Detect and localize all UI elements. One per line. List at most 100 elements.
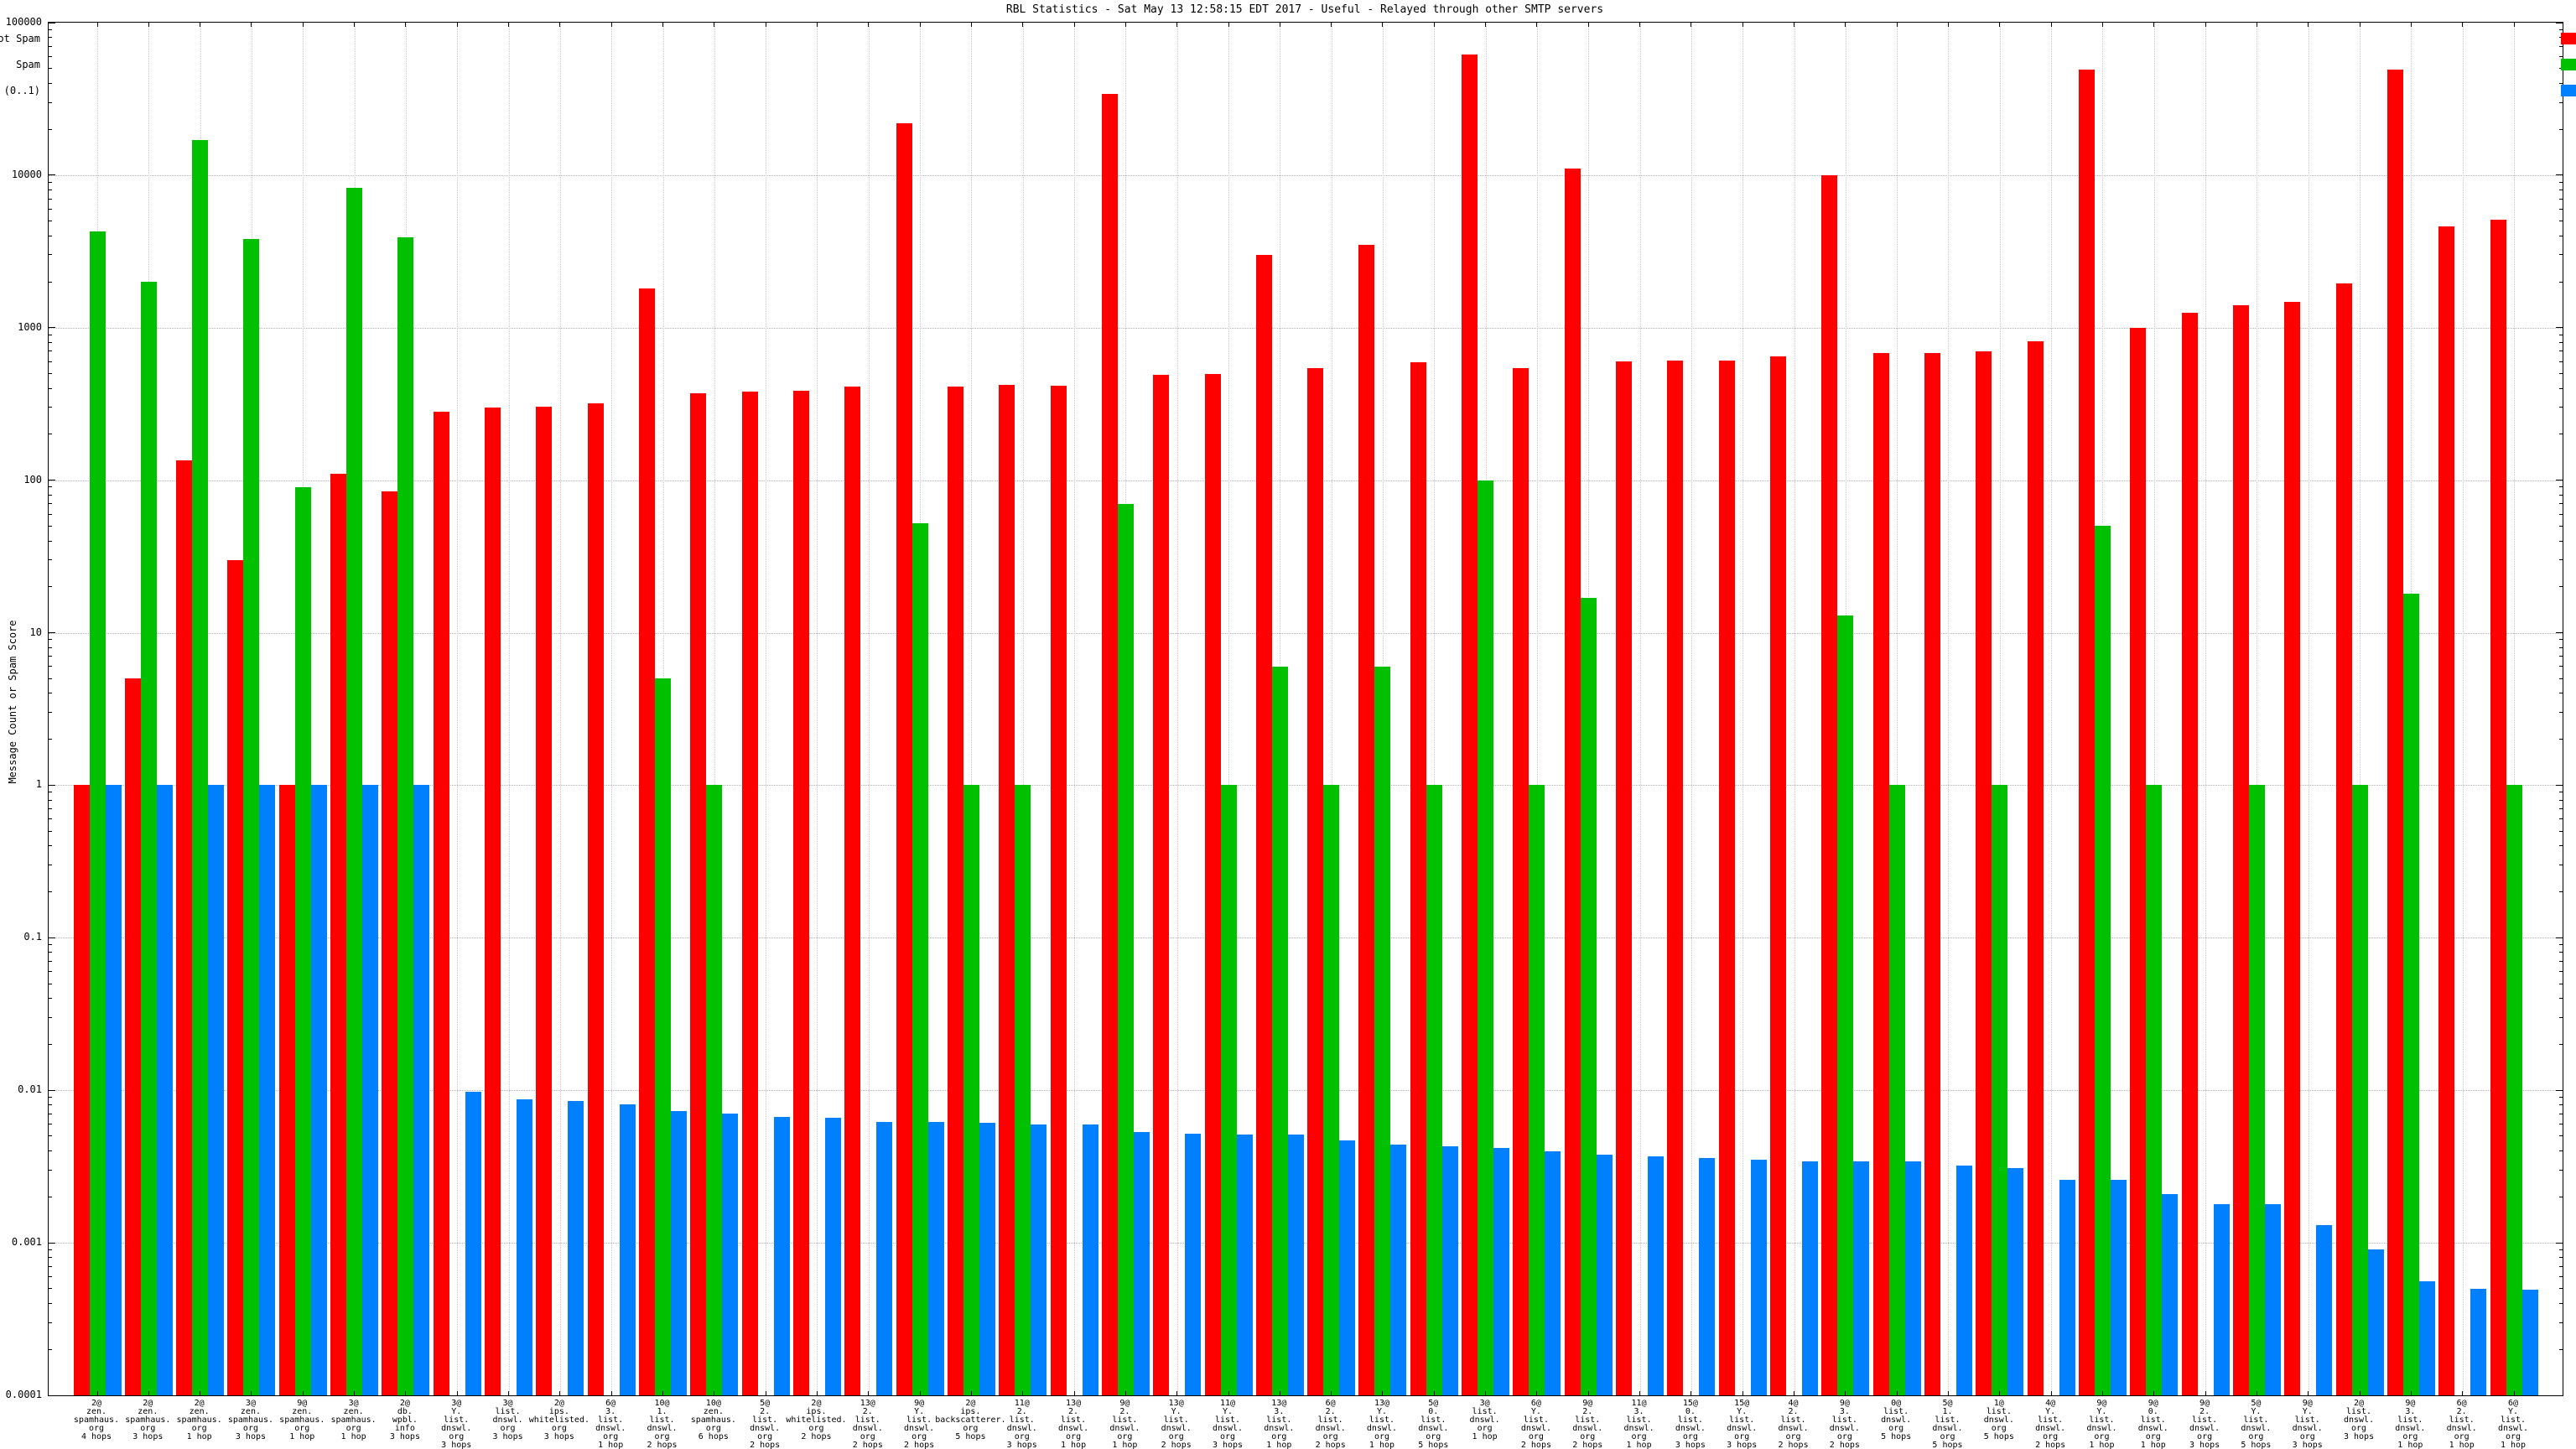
not-spam-bar bbox=[896, 122, 912, 1395]
not-spam-bar bbox=[1719, 360, 1735, 1395]
y-major-tick-left bbox=[49, 327, 55, 329]
x-tick-top bbox=[2462, 23, 2464, 27]
score-bar bbox=[1083, 1124, 1098, 1395]
spam-bar bbox=[706, 785, 722, 1395]
y-minor-tick-right bbox=[2559, 198, 2563, 200]
y-minor-tick-right bbox=[2559, 407, 2563, 408]
score-bar bbox=[1956, 1166, 1972, 1395]
y-minor-tick-left bbox=[49, 128, 52, 130]
not-spam-bar bbox=[2079, 70, 2095, 1395]
not-spam-bar bbox=[1616, 361, 1632, 1395]
y-minor-tick-right bbox=[2559, 952, 2563, 953]
not-spam-bar bbox=[125, 678, 141, 1395]
x-tick-bottom bbox=[2205, 1391, 2206, 1395]
y-minor-tick-left bbox=[49, 1150, 52, 1152]
not-spam-bar bbox=[330, 474, 346, 1395]
y-minor-tick-right bbox=[2559, 1097, 2563, 1098]
not-spam-bar bbox=[999, 385, 1015, 1395]
score-bar bbox=[1442, 1145, 1458, 1395]
y-minor-tick-left bbox=[49, 712, 52, 714]
not-spam-bar bbox=[434, 412, 449, 1395]
y-tick-label: 0.1 bbox=[23, 931, 42, 943]
not-spam-bar bbox=[742, 392, 758, 1395]
y-minor-tick-right bbox=[2559, 1265, 2563, 1267]
y-minor-tick-right bbox=[2559, 281, 2563, 283]
y-minor-tick-left bbox=[49, 1043, 52, 1045]
x-gridline bbox=[1639, 23, 1641, 1395]
x-gridline bbox=[1742, 23, 1744, 1395]
x-tick-bottom bbox=[1073, 1391, 1075, 1395]
y-minor-tick-left bbox=[49, 1275, 52, 1277]
y-minor-tick-right bbox=[2559, 82, 2563, 84]
x-tick-bottom bbox=[2308, 1391, 2309, 1395]
score-bar bbox=[774, 1116, 790, 1395]
y-minor-tick-left bbox=[49, 82, 52, 84]
score-bar bbox=[979, 1123, 995, 1395]
x-tick-bottom bbox=[1536, 1391, 1538, 1395]
x-tick-bottom bbox=[1742, 1391, 1743, 1395]
spam-bar bbox=[243, 239, 259, 1395]
x-gridline bbox=[457, 23, 459, 1395]
score-bar bbox=[1699, 1157, 1715, 1395]
score-bar bbox=[1545, 1150, 1561, 1395]
x-tick-bottom bbox=[508, 1391, 510, 1395]
x-gridline bbox=[611, 23, 613, 1395]
not-spam-bar bbox=[382, 491, 397, 1395]
x-tick-top bbox=[868, 23, 870, 27]
y-minor-tick-left bbox=[49, 799, 52, 801]
y-minor-tick-left bbox=[49, 1097, 52, 1098]
y-minor-tick-right bbox=[2559, 387, 2563, 389]
y-minor-tick-left bbox=[49, 656, 52, 657]
y-major-tick-right bbox=[2556, 327, 2563, 329]
x-tick-top bbox=[1742, 23, 1743, 27]
not-spam-bar bbox=[2336, 283, 2352, 1395]
x-tick-bottom bbox=[816, 1391, 818, 1395]
x-tick-top bbox=[148, 23, 149, 27]
x-tick-top bbox=[1896, 23, 1898, 27]
x-tick-top bbox=[1639, 23, 1641, 27]
not-spam-bar bbox=[2387, 70, 2403, 1395]
x-tick-bottom bbox=[2410, 1391, 2412, 1395]
y-minor-tick-right bbox=[2559, 1288, 2563, 1290]
not-spam-bar bbox=[1256, 254, 1272, 1395]
y-axis-label: Message Count or Spam Score bbox=[7, 620, 18, 784]
score-bar bbox=[1237, 1135, 1253, 1395]
y-minor-tick-left bbox=[49, 181, 52, 183]
score-bar bbox=[671, 1111, 687, 1395]
y-major-tick-left bbox=[49, 1242, 55, 1244]
y-minor-tick-right bbox=[2559, 808, 2563, 810]
x-tick-top bbox=[1073, 23, 1075, 27]
y-tick-label: 0.0001 bbox=[5, 1389, 42, 1400]
not-spam-bar bbox=[2284, 301, 2300, 1395]
y-minor-tick-right bbox=[2559, 586, 2563, 588]
y-minor-tick-right bbox=[2559, 45, 2563, 47]
score-bar bbox=[825, 1118, 841, 1395]
y-minor-tick-right bbox=[2559, 1348, 2563, 1350]
spam-bar bbox=[2095, 526, 2111, 1395]
spam-bar bbox=[346, 187, 362, 1395]
x-tick-bottom bbox=[1382, 1391, 1384, 1395]
y-minor-tick-right bbox=[2559, 1169, 2563, 1171]
spam-bar bbox=[2403, 594, 2419, 1395]
y-minor-tick-left bbox=[49, 647, 52, 648]
not-spam-bar bbox=[1873, 353, 1889, 1395]
spam-bar bbox=[963, 785, 979, 1395]
score-bar bbox=[1648, 1156, 1664, 1395]
x-tick-bottom bbox=[1896, 1391, 1898, 1395]
x-tick-bottom bbox=[2513, 1391, 2515, 1395]
legend-swatch-spam bbox=[2561, 59, 2576, 70]
not-spam-bar bbox=[1976, 351, 1992, 1395]
not-spam-bar bbox=[279, 785, 295, 1395]
y-minor-tick-left bbox=[49, 37, 52, 39]
x-tick-top bbox=[1382, 23, 1384, 27]
not-spam-bar bbox=[1513, 368, 1529, 1395]
y-minor-tick-right bbox=[2559, 971, 2563, 973]
y-minor-tick-right bbox=[2559, 254, 2563, 256]
x-tick-top bbox=[508, 23, 510, 27]
y-minor-tick-right bbox=[2559, 639, 2563, 641]
y-minor-tick-left bbox=[49, 494, 52, 496]
x-gridline bbox=[2462, 23, 2464, 1395]
y-minor-tick-right bbox=[2559, 1302, 2563, 1304]
spam-bar bbox=[1374, 666, 1390, 1395]
not-spam-bar bbox=[176, 460, 192, 1395]
